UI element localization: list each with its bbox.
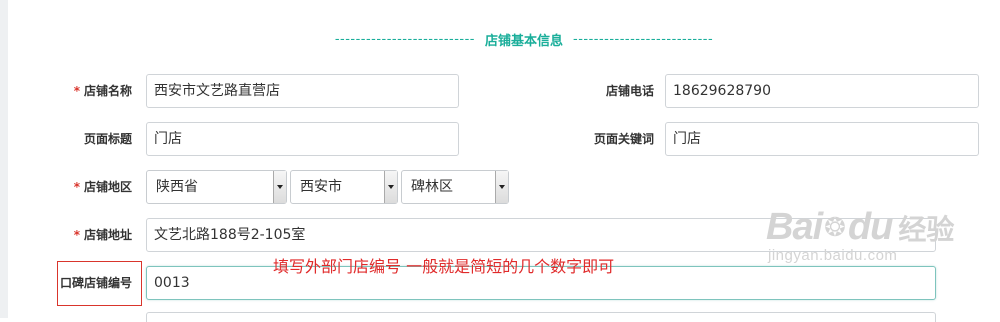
baidu-watermark: Bai ❂ du 经验 jingyan.baidu.com [766,206,966,296]
province-value: 陕西省 [156,179,198,195]
store-phone-input[interactable]: 18629628790 [665,74,979,108]
page-keywords-input[interactable]: 门店 [665,122,979,156]
page-keywords-label: 页面关键词 [593,132,654,146]
next-field-edge [146,312,936,322]
left-sidebar-edge [0,0,8,318]
store-region-label: * 店铺地区 [73,180,132,194]
chevron-down-icon[interactable] [273,171,286,203]
city-select[interactable]: 西安市 [290,170,398,204]
watermark-brand-cn: 经验 [898,212,955,246]
district-value: 碑林区 [411,179,453,195]
paw-icon: ❂ [824,212,846,243]
watermark-url: jingyan.baidu.com [768,247,898,264]
section-header: --------------------------- 店铺基本信息 -----… [314,30,734,49]
store-name-input[interactable]: 西安市文艺路直营店 [146,74,459,108]
required-mark: * [73,84,80,98]
store-phone-label: 店铺电话 [605,84,654,98]
annotation-note: 填写外部门店编号 一般就是简短的几个数字即可 [273,257,615,276]
section-dashes-left: --------------------------- [334,31,475,47]
koubei-store-no-label: 口碑店铺编号 [59,276,132,290]
section-title: 店铺基本信息 [484,33,563,49]
section-dashes-right: --------------------------- [573,31,714,47]
watermark-brand: Bai [766,206,823,248]
page-title-label: 页面标题 [83,132,132,146]
province-select[interactable]: 陕西省 [146,170,287,204]
required-mark: * [73,228,80,242]
required-mark: * [73,180,80,194]
chevron-down-icon[interactable] [384,171,397,203]
store-name-label: * 店铺名称 [73,84,132,98]
chevron-down-icon[interactable] [495,171,508,203]
city-value: 西安市 [300,179,342,195]
district-select[interactable]: 碑林区 [401,170,509,204]
page-title-input[interactable]: 门店 [146,122,459,156]
store-address-label: * 店铺地址 [73,228,132,242]
